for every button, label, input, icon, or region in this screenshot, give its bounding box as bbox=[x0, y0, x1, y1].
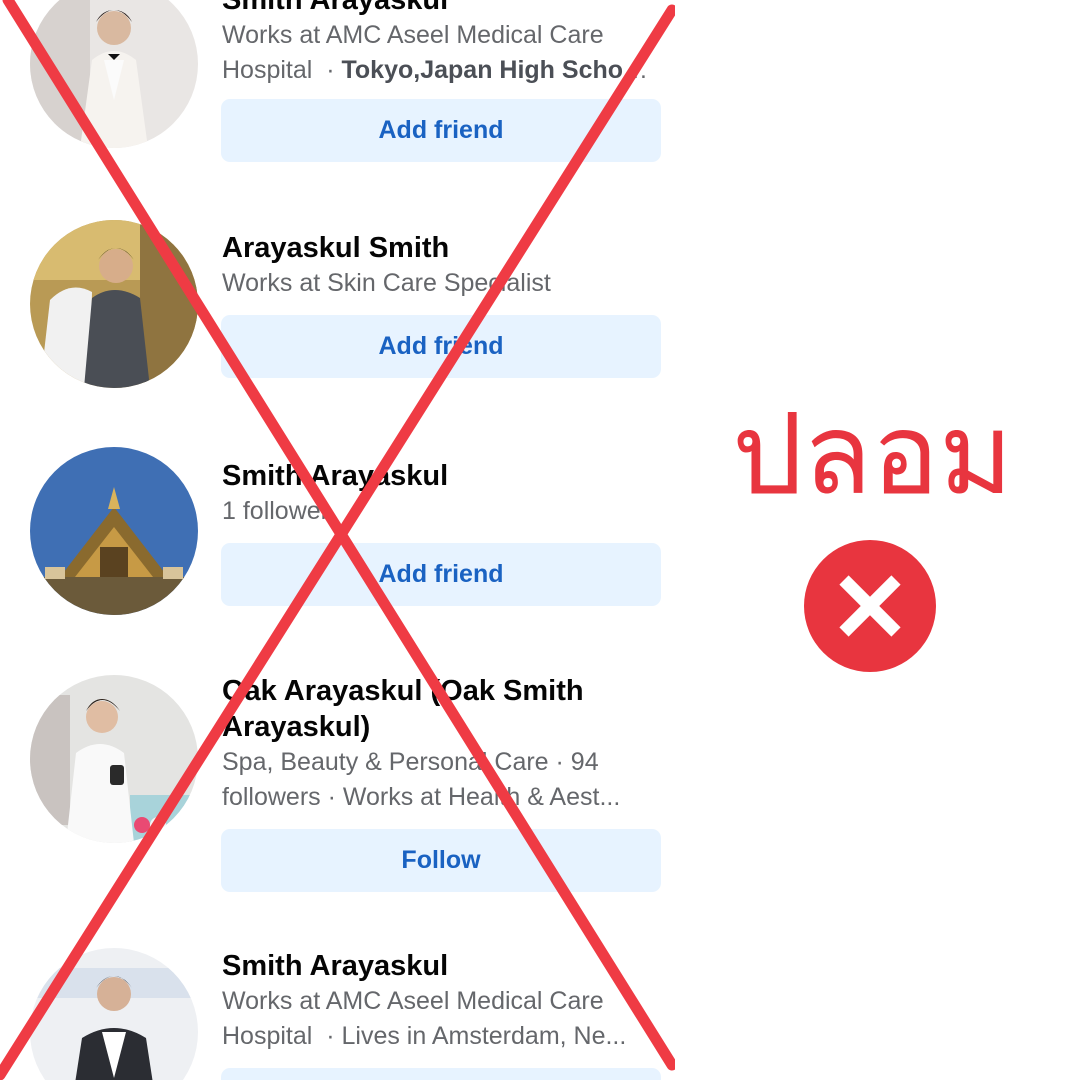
result-name-2[interactable]: Arayaskul) bbox=[222, 709, 662, 745]
result-detail-2: Hospital · Lives in Amsterdam, Ne... bbox=[222, 1022, 627, 1050]
add-friend-button[interactable]: Add friend bbox=[221, 99, 661, 162]
result-detail: 1 follower bbox=[222, 497, 329, 525]
avatar[interactable] bbox=[30, 675, 198, 843]
result-detail-2: Hospital · Tokyo,Japan High School... bbox=[222, 56, 662, 84]
avatar[interactable] bbox=[30, 447, 198, 615]
add-friend-button[interactable]: Add friend bbox=[221, 543, 661, 606]
result-name[interactable]: Smith Arayaskul bbox=[222, 948, 662, 984]
result-detail: Works at Skin Care Specialist bbox=[222, 269, 551, 297]
result-detail: Works at AMC Aseel Medical Care bbox=[222, 987, 604, 1015]
result-detail-2: followers · Works at Health & Aest... bbox=[222, 783, 621, 811]
fake-label: ปลอม bbox=[732, 390, 1013, 520]
result-info: Smith Arayaskul Works at AMC Aseel Medic… bbox=[222, 948, 662, 1054]
result-info: Oak Arayaskul (Oak Smith Arayaskul) Spa,… bbox=[222, 673, 662, 815]
result-info: Smith Arayaskul Works at AMC Aseel Medic… bbox=[222, 0, 662, 88]
result-detail: Spa, Beauty & Personal Care · 94 bbox=[222, 748, 599, 776]
result-name[interactable]: Smith Arayaskul bbox=[222, 0, 662, 18]
avatar[interactable] bbox=[30, 948, 198, 1080]
follow-button[interactable]: Follow bbox=[221, 829, 661, 892]
result-name[interactable]: Smith Arayaskul bbox=[222, 458, 662, 494]
result-info: Smith Arayaskul 1 follower bbox=[222, 458, 662, 529]
action-button[interactable] bbox=[221, 1068, 661, 1080]
result-detail: Works at AMC Aseel Medical Care bbox=[222, 21, 604, 49]
result-info: Arayaskul Smith Works at Skin Care Speci… bbox=[222, 230, 662, 301]
result-name[interactable]: Oak Arayaskul (Oak Smith bbox=[222, 673, 662, 709]
close-circle-icon bbox=[804, 540, 936, 672]
add-friend-button[interactable]: Add friend bbox=[221, 315, 661, 378]
avatar[interactable] bbox=[30, 220, 198, 388]
result-name[interactable]: Arayaskul Smith bbox=[222, 230, 662, 266]
avatar[interactable] bbox=[30, 0, 198, 148]
search-results-list: Smith Arayaskul Works at AMC Aseel Medic… bbox=[0, 0, 675, 1080]
